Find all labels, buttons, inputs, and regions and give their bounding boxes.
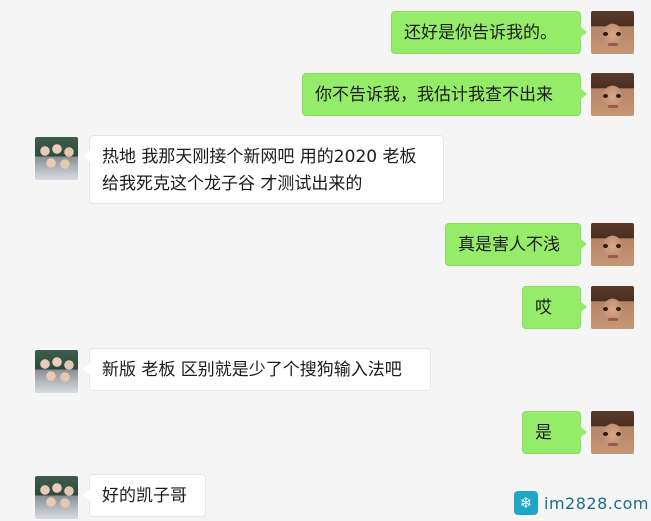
avatar[interactable] [591, 223, 634, 266]
message-bubble[interactable]: 好的凯子哥 [83, 474, 206, 517]
avatar[interactable] [591, 73, 634, 116]
chat-window: 还好是你告诉我的。 你不告诉我，我估计我查不出来 热地 我那天刚接个新网吧 用的… [0, 0, 651, 521]
message-bubble[interactable]: 哎 [522, 286, 587, 329]
message-bubble[interactable]: 你不告诉我，我估计我查不出来 [302, 73, 587, 116]
avatar[interactable] [35, 476, 78, 519]
message-bubble[interactable]: 新版 老板 区别就是少了个搜狗输入法吧 [83, 348, 431, 391]
avatar[interactable] [35, 137, 78, 180]
avatar[interactable] [591, 11, 634, 54]
message-bubble[interactable]: 还好是你告诉我的。 [391, 11, 587, 54]
message-bubble[interactable]: 热地 我那天刚接个新网吧 用的2020 老板 给我死克这个龙子谷 才测试出来的 [83, 135, 444, 204]
snowflake-icon: ❄ [514, 491, 538, 515]
avatar[interactable] [35, 350, 78, 393]
watermark-text: im2828.com [544, 493, 650, 513]
message-bubble[interactable]: 真是害人不浅 [445, 223, 587, 266]
watermark: ❄ im2828.com [514, 488, 649, 518]
message-bubble[interactable]: 是 [522, 411, 587, 454]
avatar[interactable] [591, 411, 634, 454]
avatar[interactable] [591, 286, 634, 329]
